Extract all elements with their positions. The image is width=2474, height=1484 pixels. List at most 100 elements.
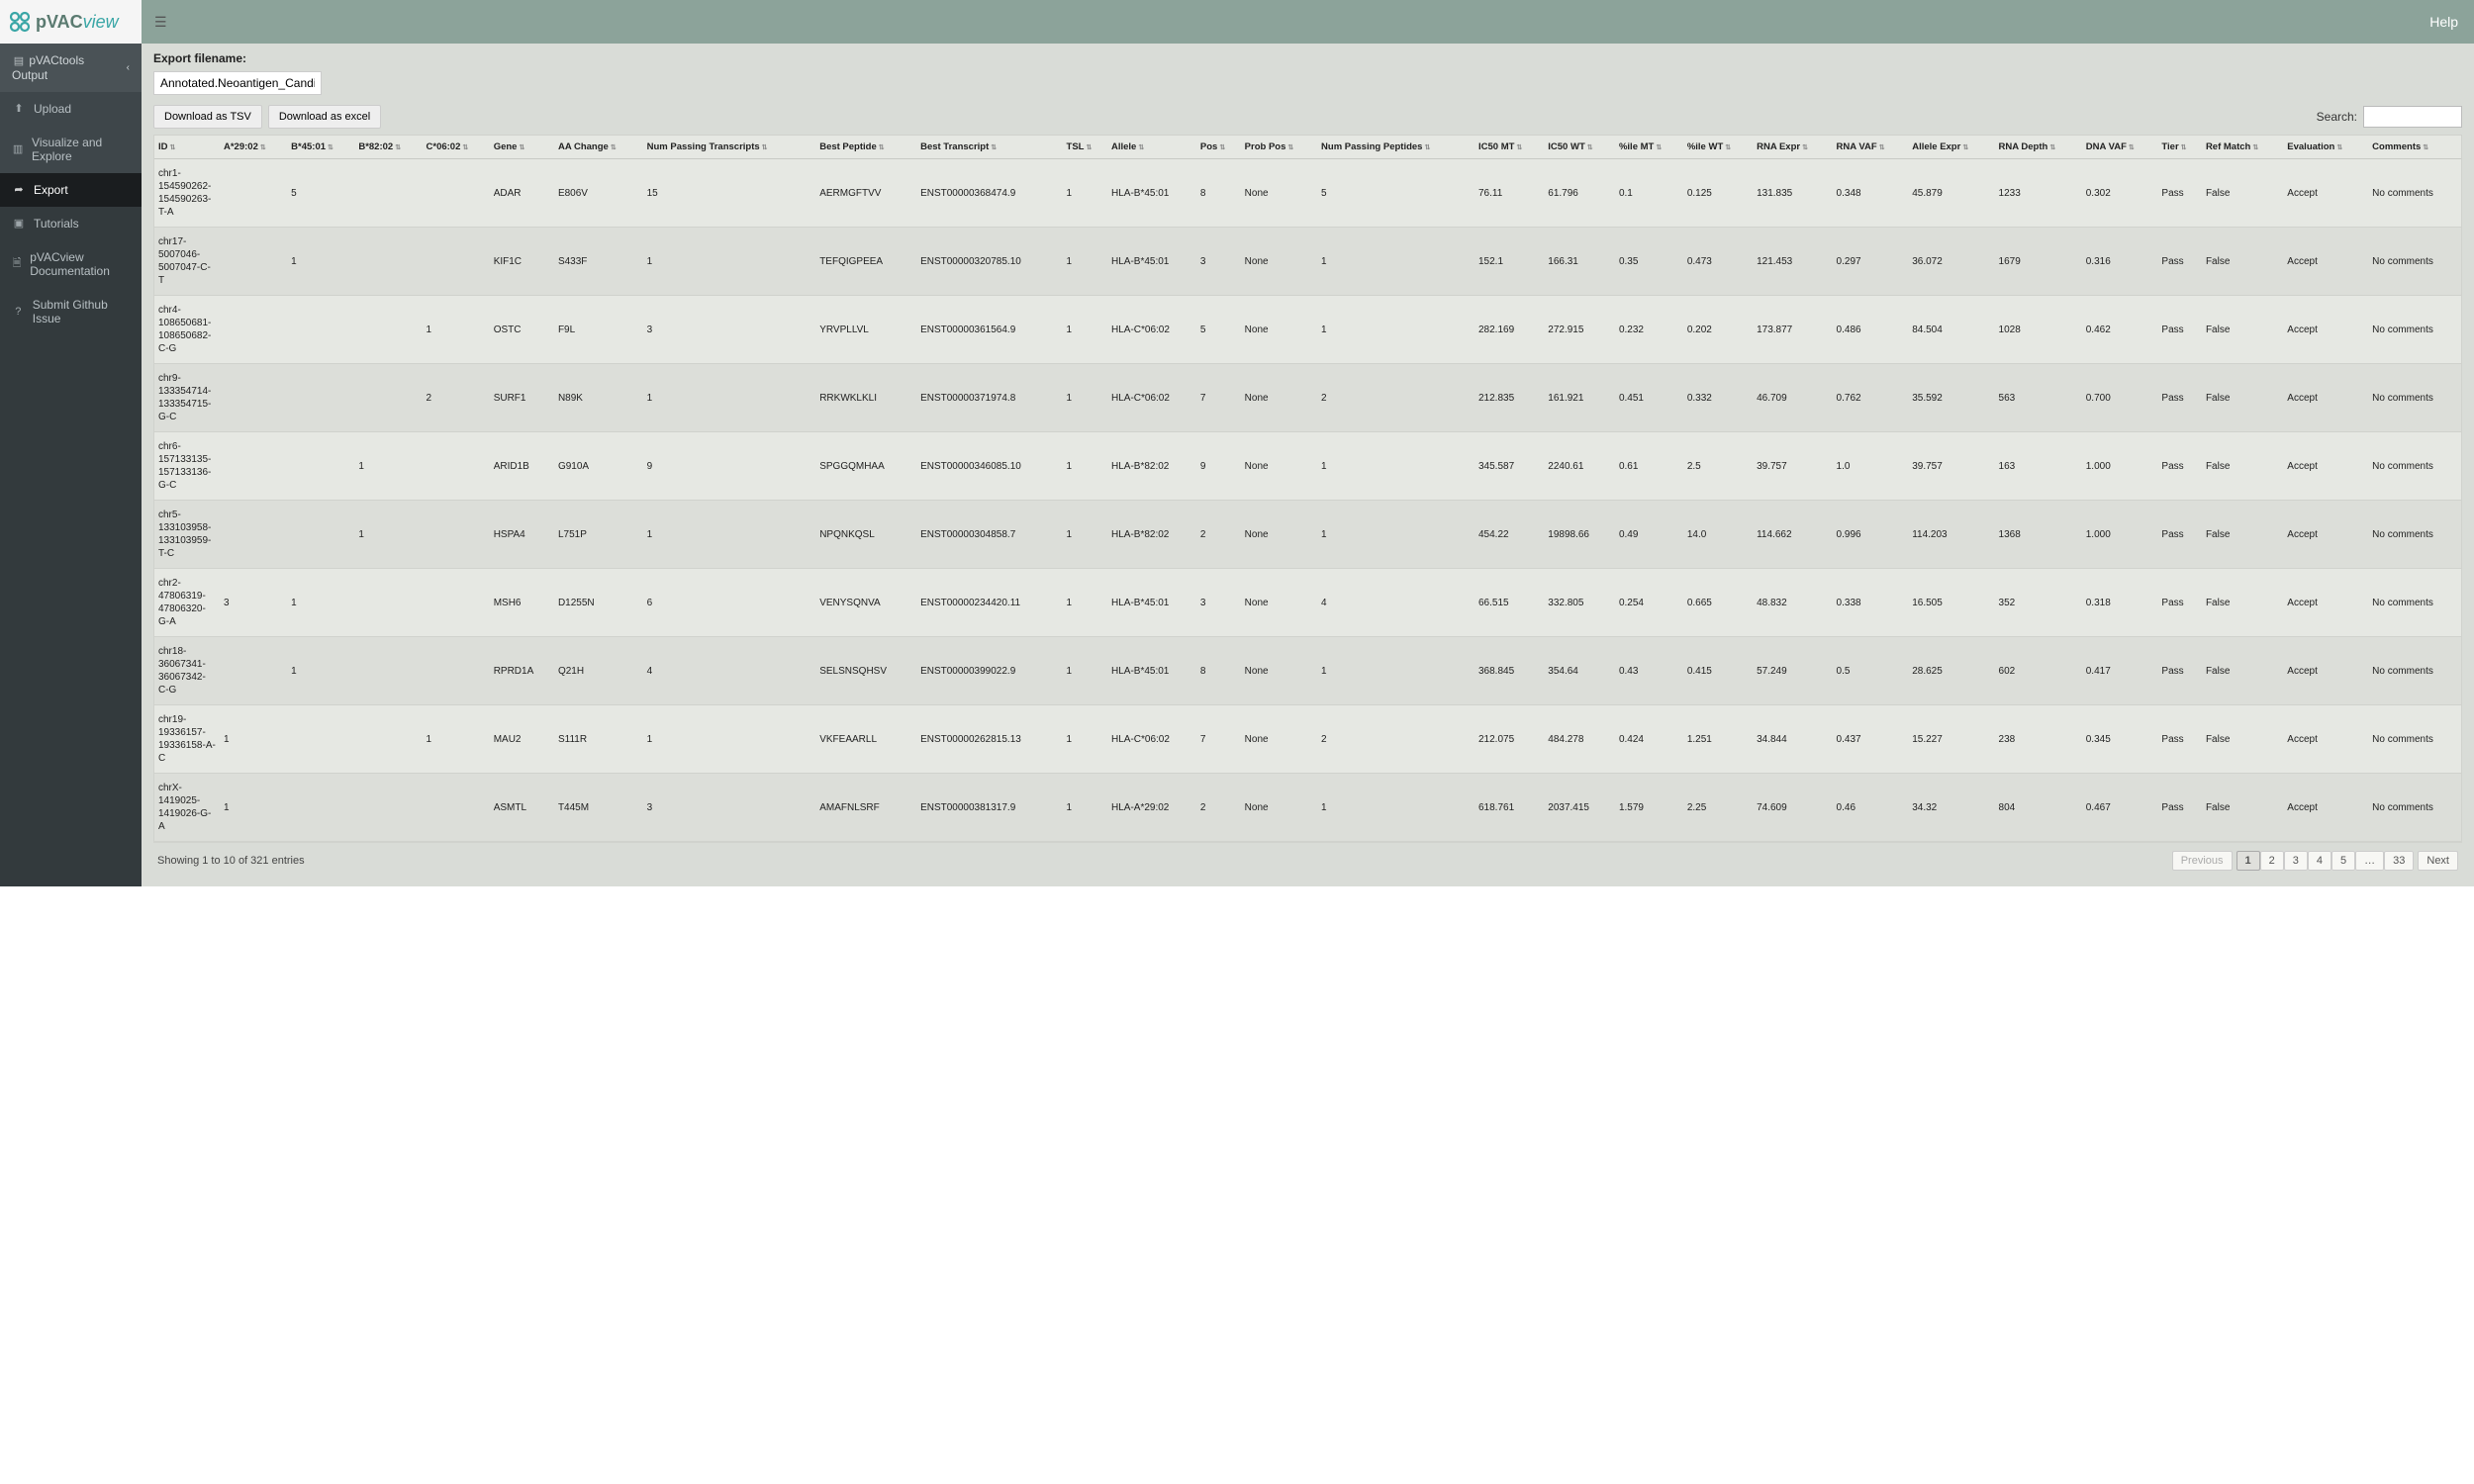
table-cell: 173.877	[1753, 296, 1832, 364]
sort-icon: ⇅	[395, 144, 401, 151]
column-header[interactable]: DNA VAF⇅	[2082, 136, 2158, 159]
table-cell: 3	[643, 296, 816, 364]
table-cell: HLA-C*06:02	[1107, 364, 1196, 432]
sidebar-item-github-issue[interactable]: ? Submit Github Issue	[0, 288, 142, 335]
column-header[interactable]: ID⇅	[154, 136, 220, 159]
column-header[interactable]: TSL⇅	[1063, 136, 1107, 159]
table-row[interactable]: chr4-108650681-108650682-C-G1OSTCF9L3YRV…	[154, 296, 2461, 364]
column-header[interactable]: Allele Expr⇅	[1908, 136, 1994, 159]
column-header[interactable]: Num Passing Transcripts⇅	[643, 136, 816, 159]
column-header[interactable]: Best Peptide⇅	[815, 136, 916, 159]
pagination-previous[interactable]: Previous	[2172, 851, 2233, 871]
sidebar-item-export[interactable]: ➦ Export	[0, 173, 142, 207]
table-cell: F9L	[554, 296, 643, 364]
table-row[interactable]: chr18-36067341-36067342-C-G1RPRD1AQ21H4S…	[154, 637, 2461, 705]
sidebar-item-tutorials[interactable]: ▣ Tutorials	[0, 207, 142, 240]
chart-icon: ▥	[12, 142, 24, 156]
column-header[interactable]: Num Passing Peptides⇅	[1317, 136, 1475, 159]
table-row[interactable]: chr9-133354714-133354715-G-C2SURF1N89K1R…	[154, 364, 2461, 432]
column-header[interactable]: %ile WT⇅	[1683, 136, 1753, 159]
table-cell: 345.587	[1475, 432, 1544, 501]
column-header[interactable]: RNA VAF⇅	[1833, 136, 1909, 159]
table-cell: 618.761	[1475, 774, 1544, 842]
table-cell: Q21H	[554, 637, 643, 705]
table-cell	[220, 296, 287, 364]
table-cell: 152.1	[1475, 228, 1544, 296]
column-header[interactable]: Gene⇅	[490, 136, 554, 159]
export-filename-input[interactable]	[153, 71, 322, 95]
column-header[interactable]: IC50 MT⇅	[1475, 136, 1544, 159]
column-header[interactable]: IC50 WT⇅	[1544, 136, 1615, 159]
column-header[interactable]: Tier⇅	[2157, 136, 2202, 159]
sort-icon: ⇅	[1879, 144, 1885, 151]
table-cell	[423, 637, 490, 705]
table-row[interactable]: chr2-47806319-47806320-G-A31MSH6D1255N6V…	[154, 569, 2461, 637]
table-row[interactable]: chr19-19336157-19336158-A-C11MAU2S111R1V…	[154, 705, 2461, 774]
table-cell: 1	[287, 637, 354, 705]
table-cell: False	[2202, 774, 2283, 842]
table-cell: Accept	[2283, 501, 2368, 569]
column-header[interactable]: Pos⇅	[1196, 136, 1241, 159]
table-cell: 161.921	[1544, 364, 1615, 432]
table-cell	[423, 774, 490, 842]
table-cell	[423, 159, 490, 228]
table-cell: 1679	[1995, 228, 2082, 296]
pagination-page[interactable]: 5	[2331, 851, 2355, 871]
logo: pVACview	[0, 0, 142, 44]
column-header[interactable]: AA Change⇅	[554, 136, 643, 159]
table-cell: chr4-108650681-108650682-C-G	[154, 296, 220, 364]
table-cell: ENST00000361564.9	[916, 296, 1062, 364]
pagination-page[interactable]: 3	[2284, 851, 2308, 871]
column-header[interactable]: %ile MT⇅	[1615, 136, 1683, 159]
table-row[interactable]: chrX-1419025-1419026-G-A1ASMTLT445M3AMAF…	[154, 774, 2461, 842]
column-header[interactable]: B*45:01⇅	[287, 136, 354, 159]
table-row[interactable]: chr6-157133135-157133136-G-C1ARID1BG910A…	[154, 432, 2461, 501]
table-cell: 0.345	[2082, 705, 2158, 774]
search-input[interactable]	[2363, 106, 2462, 128]
column-header[interactable]: RNA Depth⇅	[1995, 136, 2082, 159]
table-row[interactable]: chr5-133103958-133103959-T-C1HSPA4L751P1…	[154, 501, 2461, 569]
pagination-page[interactable]: 4	[2308, 851, 2331, 871]
table-cell: 238	[1995, 705, 2082, 774]
table-row[interactable]: chr17-5007046-5007047-C-T1KIF1CS433F1TEF…	[154, 228, 2461, 296]
table-cell: 1.000	[2082, 501, 2158, 569]
column-header[interactable]: A*29:02⇅	[220, 136, 287, 159]
table-row[interactable]: chr1-154590262-154590263-T-A5ADARE806V15…	[154, 159, 2461, 228]
table-cell: 1	[1317, 228, 1475, 296]
table-cell: 212.075	[1475, 705, 1544, 774]
sidebar-item-upload[interactable]: ⬆ Upload	[0, 92, 142, 126]
column-header[interactable]: B*82:02⇅	[354, 136, 422, 159]
pagination-page[interactable]: 2	[2260, 851, 2284, 871]
column-header[interactable]: RNA Expr⇅	[1753, 136, 1832, 159]
table-cell: 15.227	[1908, 705, 1994, 774]
sort-icon: ⇅	[1587, 144, 1593, 151]
help-link[interactable]: Help	[2429, 14, 2458, 30]
column-header[interactable]: Ref Match⇅	[2202, 136, 2283, 159]
table-cell: RRKWKLKLI	[815, 364, 916, 432]
table-cell: HLA-A*29:02	[1107, 774, 1196, 842]
sidebar-item-visualize[interactable]: ▥ Visualize and Explore	[0, 126, 142, 173]
menu-toggle-icon[interactable]: ☰	[154, 14, 167, 31]
pagination-page[interactable]: 1	[2236, 851, 2260, 871]
table-cell: RPRD1A	[490, 637, 554, 705]
pagination-page[interactable]: 33	[2384, 851, 2414, 871]
pagination-next[interactable]: Next	[2418, 851, 2458, 871]
table-cell: 1028	[1995, 296, 2082, 364]
column-header[interactable]: Allele⇅	[1107, 136, 1196, 159]
column-header[interactable]: Evaluation⇅	[2283, 136, 2368, 159]
column-header[interactable]: Comments⇅	[2368, 136, 2461, 159]
download-excel-button[interactable]: Download as excel	[268, 105, 381, 129]
column-header[interactable]: C*06:02⇅	[423, 136, 490, 159]
table-cell: HLA-B*45:01	[1107, 228, 1196, 296]
download-tsv-button[interactable]: Download as TSV	[153, 105, 262, 129]
sidebar: ▤ pVACtools Output ‹ ⬆ Upload ▥ Visualiz…	[0, 44, 142, 886]
column-header[interactable]: Prob Pos⇅	[1241, 136, 1317, 159]
sidebar-section-pvactools[interactable]: ▤ pVACtools Output ‹	[0, 44, 142, 92]
sidebar-item-documentation[interactable]: 🗎 pVACview Documentation	[0, 240, 142, 288]
sort-icon: ⇅	[1516, 144, 1522, 151]
sidebar-item-label: pVACview Documentation	[30, 250, 130, 278]
sort-icon: ⇅	[1219, 144, 1225, 151]
table-cell: 163	[1995, 432, 2082, 501]
column-header[interactable]: Best Transcript⇅	[916, 136, 1062, 159]
table-cell: HLA-B*82:02	[1107, 501, 1196, 569]
